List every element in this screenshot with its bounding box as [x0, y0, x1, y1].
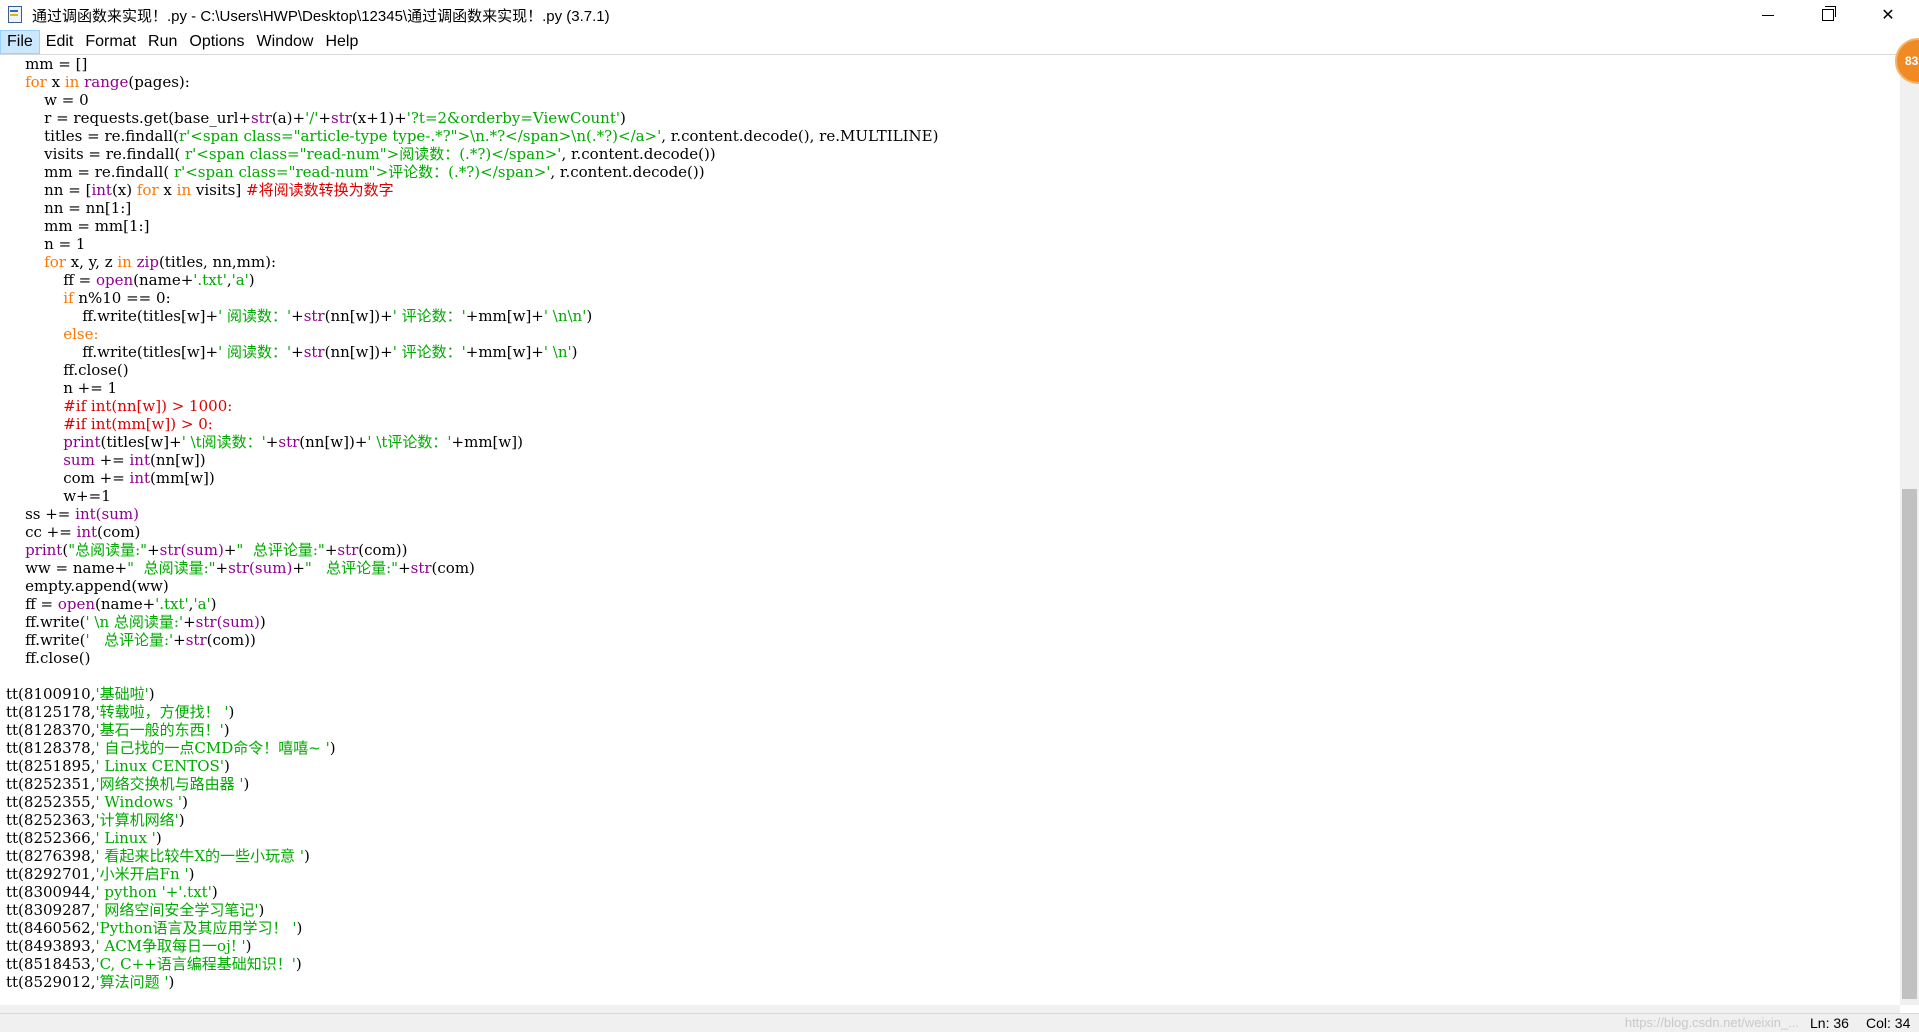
code-line: cc += int(com) [6, 523, 141, 541]
maximize-icon [1822, 6, 1836, 21]
code-line: ff.close() [6, 649, 91, 667]
call-line: tt(8309287,' 网络空间安全学习笔记') [6, 901, 265, 919]
call-line: tt(8100910,'基础啦') [6, 685, 155, 703]
code-line: #if int(nn[w]) > 1000: [6, 397, 233, 415]
status-column: Col: 34 [1866, 1015, 1911, 1031]
code-line: nn = [int(x) for x in visits] #将阅读数转换为数字 [6, 181, 394, 199]
menu-file[interactable]: File [0, 30, 40, 54]
code-line: mm = re.findall( r'<span class="read-num… [6, 163, 705, 181]
code-line: mm = mm[1:] [6, 217, 150, 235]
close-icon: ✕ [1881, 7, 1895, 24]
minimize-button[interactable] [1740, 0, 1796, 30]
code-line: ff.write(titles[w]+' 阅读数：'+str(nn[w])+' … [6, 343, 578, 361]
menu-edit[interactable]: Edit [40, 31, 80, 53]
code-line: ww = name+" 总阅读量:"+str(sum)+" 总评论量:"+str… [6, 559, 475, 577]
call-line: tt(8252355,' Windows ') [6, 793, 188, 811]
call-line: tt(8493893,' ACM争取每日一oj! ') [6, 937, 252, 955]
maximize-button[interactable] [1800, 0, 1856, 30]
function-calls: tt(8100910,'基础啦') tt(8125178,'转载啦，方便找！ ')… [0, 685, 1900, 991]
call-line: tt(8529012,'算法问题 ') [6, 973, 175, 991]
close-button[interactable]: ✕ [1860, 0, 1916, 30]
code-line: ff.write(titles[w]+' 阅读数：'+str(nn[w])+' … [6, 307, 593, 325]
code-line: for x, y, z in zip(titles, nn,mm): [44, 253, 276, 271]
menu-format[interactable]: Format [79, 31, 142, 53]
code-line: ff.close() [6, 361, 129, 379]
status-bar: https://blog.csdn.net/weixin_... Ln: 36 … [0, 1013, 1919, 1032]
code-line: ss += int(sum) [6, 505, 139, 523]
code-line: sum += int(nn[w]) [63, 451, 206, 469]
menu-window[interactable]: Window [251, 31, 320, 53]
window-title: 通过调函数来实现！.py - C:\Users\HWP\Desktop\1234… [32, 7, 610, 25]
call-line: tt(8128378,' 自己找的一点CMD命令！嘻嘻~ ') [6, 739, 336, 757]
code-line: w = 0 [6, 91, 89, 109]
code-line: titles = re.findall(r'<span class="artic… [6, 127, 939, 145]
code-line: r = requests.get(base_url+str(a)+'/'+str… [6, 109, 626, 127]
code-line: ff.write(' 总评论量:'+str(com)) [6, 631, 256, 649]
horizontal-scrollbar[interactable] [0, 1005, 1900, 1013]
python-file-icon [6, 6, 24, 24]
code-line: nn = nn[1:] [6, 199, 132, 217]
code-line: else: [63, 325, 99, 343]
title-bar: 通过调函数来实现！.py - C:\Users\HWP\Desktop\1234… [0, 0, 1919, 30]
call-line: tt(8292701,'小米开启Fn ') [6, 865, 195, 883]
call-line: tt(8300944,' python '+'.txt') [6, 883, 218, 901]
call-line: tt(8252366,' Linux ') [6, 829, 162, 847]
menu-bar: File Edit Format Run Options Window Help [0, 30, 1919, 55]
code-line: visits = re.findall( r'<span class="read… [6, 145, 716, 163]
code-line: mm = [] [6, 55, 88, 73]
menu-help[interactable]: Help [319, 31, 364, 53]
call-line: tt(8252351,'网络交换机与路由器 ') [6, 775, 250, 793]
code-line: for x in range(pages): [25, 73, 190, 91]
code-line: com += int(mm[w]) [6, 469, 215, 487]
code-line: ff = open(name+'.txt','a') [6, 271, 255, 289]
call-line: tt(8518453,'C, C++语言编程基础知识！') [6, 955, 302, 973]
code-line: ff = open(name+'.txt','a') [6, 595, 217, 613]
call-line: tt(8251895,' Linux CENTOS') [6, 757, 230, 775]
code-line: n = 1 [6, 235, 86, 253]
code-editor[interactable]: mm = [] for x in range(pages): w = 0 r =… [0, 55, 1900, 1005]
call-line: tt(8128370,'基石一般的东西！') [6, 721, 230, 739]
call-line: tt(8252363,'计算机网络') [6, 811, 185, 829]
code-line: n += 1 [6, 379, 118, 397]
code-line: print(titles[w]+' \t阅读数：'+str(nn[w])+' \… [63, 433, 523, 451]
code-line: print("总阅读量:"+str(sum)+" 总评论量:"+str(com)… [25, 541, 408, 559]
menu-options[interactable]: Options [183, 31, 250, 53]
call-line: tt(8276398,' 看起来比较牛X的一些小玩意 ') [6, 847, 310, 865]
code-line: if n%10 == 0: [63, 289, 171, 307]
status-line: Ln: 36 [1810, 1015, 1849, 1031]
minimize-icon [1762, 14, 1774, 16]
code-line: empty.append(ww) [6, 577, 169, 595]
code-line: #if int(mm[w]) > 0: [6, 415, 213, 433]
vertical-scrollbar[interactable] [1900, 55, 1919, 1005]
code-line: ff.write(' \n 总阅读量:'+str(sum)) [6, 613, 266, 631]
watermark-text: https://blog.csdn.net/weixin_... [1624, 1015, 1799, 1030]
menu-run[interactable]: Run [142, 31, 183, 53]
call-line: tt(8125178,'转载啦，方便找！ ') [6, 703, 235, 721]
scrollbar-thumb[interactable] [1902, 489, 1917, 999]
code-line: w+=1 [6, 487, 111, 505]
call-line: tt(8460562,'Python语言及其应用学习！ ') [6, 919, 303, 937]
